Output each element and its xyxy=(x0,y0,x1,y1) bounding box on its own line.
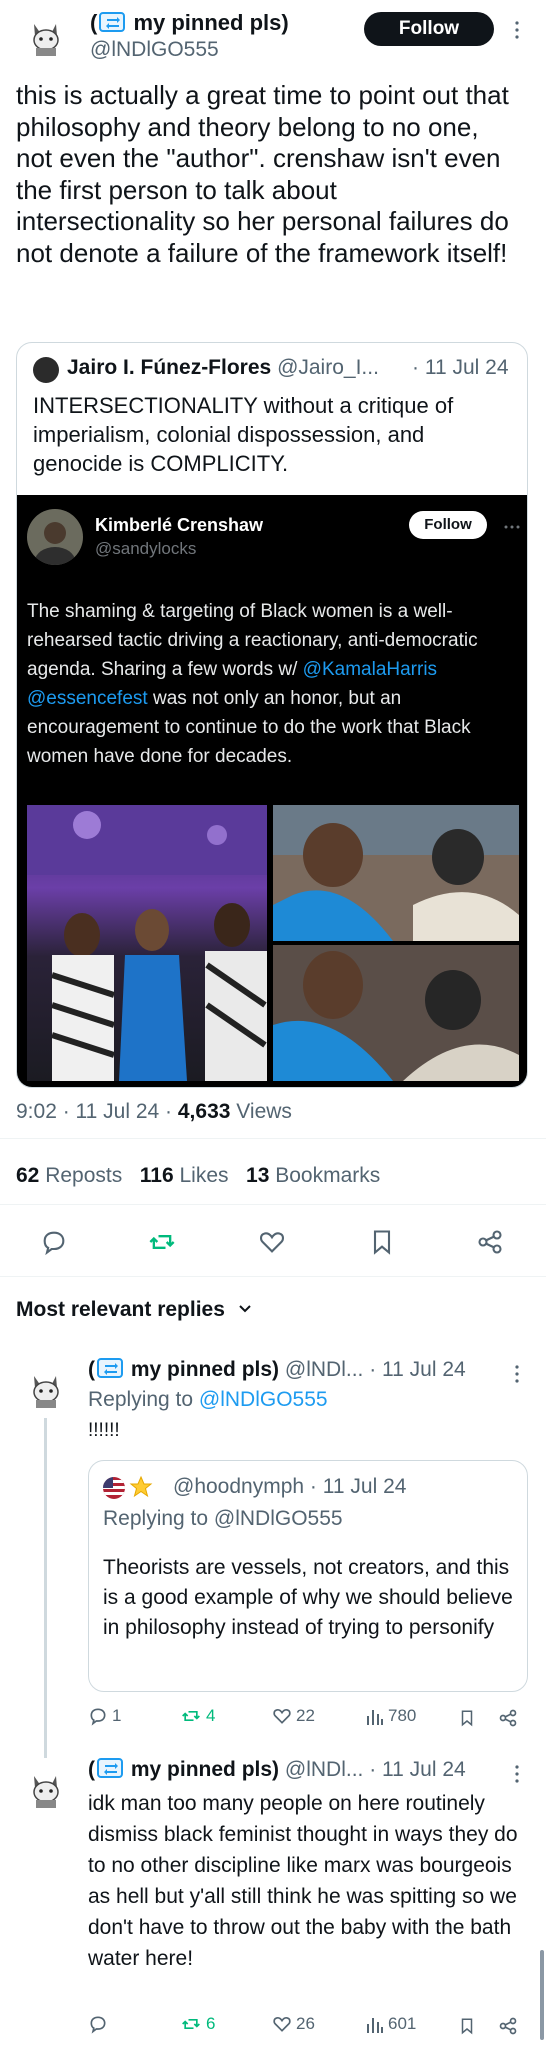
reply2-avatar[interactable] xyxy=(26,1770,66,1810)
replying-to-link[interactable]: @lNDlGO555 xyxy=(199,1388,328,1411)
reposts-stat[interactable]: 62 Reposts xyxy=(16,1164,122,1187)
embed-handle: @sandylocks xyxy=(95,539,197,558)
reply1-repost-action[interactable]: 4 xyxy=(180,1706,215,1726)
views-chart-icon xyxy=(367,2018,383,2033)
main-tweet-text: this is actually a great time to point o… xyxy=(16,80,509,268)
repost-badge-icon xyxy=(97,1758,123,1778)
reply1-more-icon[interactable] xyxy=(514,1364,520,1389)
reply1-views-action[interactable]: 780 xyxy=(366,1706,416,1726)
quoted-date: · 11 Jul 24 xyxy=(412,356,509,379)
embedded-screenshot: Kimberlé Crenshaw @sandylocks Follow The… xyxy=(17,495,527,1087)
timestamp-text: 9:02 · 11 Jul 24 · xyxy=(16,1100,178,1123)
reply2-header: ( my pinned pls) @lNDl... · 11 Jul 24 xyxy=(88,1758,466,1781)
reply1-header: ( my pinned pls) @lNDl... · 11 Jul 24 xyxy=(88,1358,466,1381)
reply-icon xyxy=(90,2016,106,2034)
actions-divider xyxy=(0,1276,546,1277)
reply2-share-icon[interactable] xyxy=(498,2016,518,2041)
reply-thread-line xyxy=(44,1418,47,1758)
main-tweet-handle[interactable]: @lNDlGO555 xyxy=(90,38,219,62)
quoted-text: INTERSECTIONALITY without a critique of … xyxy=(33,393,454,476)
views-chart-icon xyxy=(367,1710,383,1725)
reply1-quote-date: · 11 Jul 24 xyxy=(309,1475,407,1498)
reply-icon[interactable] xyxy=(40,1228,68,1261)
tweet-timestamp: 9:02 · 11 Jul 24 · 4,633 Views xyxy=(16,1100,292,1124)
replies-sort-dropdown[interactable]: Most relevant replies xyxy=(16,1298,253,1322)
more-options-icon[interactable] xyxy=(514,20,520,40)
reply1-like-action[interactable]: 22 xyxy=(272,1706,315,1726)
main-tweet-avatar[interactable] xyxy=(26,18,66,58)
quoted-tweet-card[interactable]: Jairo I. Fúnez-Flores @Jairo_I... · 11 J… xyxy=(16,342,528,1088)
mention-essencefest: @essencefest xyxy=(27,688,148,709)
repost-icon xyxy=(182,1711,200,1721)
views-count: 4,633 xyxy=(177,1100,231,1123)
reply1-quote-replying-to: Replying to @lNDlGO555 xyxy=(103,1507,343,1530)
stats-divider-bottom xyxy=(0,1204,546,1205)
bookmarks-stat[interactable]: 13 Bookmarks xyxy=(246,1164,380,1187)
cat-avatar-icon xyxy=(33,1776,59,1808)
reply1-text: !!!!!! xyxy=(88,1420,120,1441)
reply1-share-icon[interactable] xyxy=(498,1708,518,1733)
cat-avatar-icon xyxy=(33,1376,59,1408)
embed-follow-button: Follow xyxy=(409,511,487,539)
reply2-like-action[interactable]: 26 xyxy=(272,2014,315,2034)
views-label: Views xyxy=(230,1100,292,1123)
reply-icon xyxy=(90,1708,106,1726)
likes-stat[interactable]: 116 Likes xyxy=(140,1164,229,1187)
reply1-reply-action[interactable]: 1 xyxy=(88,1706,121,1726)
photo-hug-bottom xyxy=(273,945,519,1081)
repost-icon[interactable] xyxy=(148,1228,176,1261)
engagement-stats: 62 Reposts 116 Likes 13 Bookmarks xyxy=(16,1164,380,1188)
display-name: my pinned pls) xyxy=(133,10,289,35)
reply2-views-action[interactable]: 601 xyxy=(366,2014,416,2034)
embed-display-name: Kimberlé Crenshaw xyxy=(95,515,264,535)
reply1-quote-card[interactable]: @hoodnymph · 11 Jul 24 Replying to @lNDl… xyxy=(88,1460,528,1692)
reply1-display-name[interactable]: my pinned pls) xyxy=(131,1358,279,1381)
reply1-handle[interactable]: @lNDl... xyxy=(285,1358,363,1381)
repost-badge-icon xyxy=(99,12,126,32)
reply1-avatar[interactable] xyxy=(26,1370,66,1410)
reply1-quote-text: Theorists are vessels, not creators, and… xyxy=(103,1556,513,1639)
reply1-quote-header: @hoodnymph · 11 Jul 24 xyxy=(173,1475,406,1499)
reply2-reply-action[interactable] xyxy=(88,2014,112,2034)
reply1-date[interactable]: · 11 Jul 24 xyxy=(369,1358,466,1381)
quoted-handle: @Jairo_I... xyxy=(277,356,379,379)
bookmark-icon[interactable] xyxy=(368,1228,396,1261)
mention-kamalaharris: @KamalaHarris xyxy=(302,659,438,680)
photo-group-left xyxy=(27,805,267,1081)
stats-divider-top xyxy=(0,1138,546,1139)
reply2-bookmark-icon[interactable] xyxy=(458,2016,476,2041)
reply1-bookmark-icon[interactable] xyxy=(458,1708,476,1733)
flag-avatar-icon xyxy=(103,1477,125,1499)
cat-avatar-icon xyxy=(33,24,59,56)
main-tweet-author[interactable]: ( my pinned pls) xyxy=(90,10,289,36)
reply2-text: idk man too many people on here routinel… xyxy=(88,1792,518,1970)
reply1-quote-handle: @hoodnymph xyxy=(173,1475,305,1498)
embed-text: The shaming & targeting of Black women i… xyxy=(27,597,517,771)
replies-sort-label: Most relevant replies xyxy=(16,1298,225,1321)
star-icon xyxy=(129,1475,153,1504)
repost-icon xyxy=(182,2019,200,2029)
like-icon xyxy=(273,2017,291,2032)
follow-button[interactable]: Follow xyxy=(364,12,494,46)
reply2-handle[interactable]: @lNDl... xyxy=(285,1758,363,1781)
photo-hug-top xyxy=(273,805,519,941)
embed-more-icon xyxy=(503,517,521,529)
reply2-more-icon[interactable] xyxy=(514,1764,520,1789)
quoted-display-name: Jairo I. Fúnez-Flores xyxy=(67,356,272,379)
repost-badge-icon xyxy=(97,1358,123,1378)
name-prefix: ( xyxy=(90,10,98,35)
reply2-repost-action[interactable]: 6 xyxy=(180,2014,215,2034)
like-icon xyxy=(273,1709,291,1724)
share-icon[interactable] xyxy=(476,1228,504,1261)
reply1-replying-to: Replying to @lNDlGO555 xyxy=(88,1388,328,1411)
reply2-date[interactable]: · 11 Jul 24 xyxy=(369,1758,466,1781)
chevron-down-icon xyxy=(239,1305,251,1313)
reply2-display-name[interactable]: my pinned pls) xyxy=(131,1758,279,1781)
scrollbar-thumb[interactable] xyxy=(540,1950,544,2040)
quoted-author-avatar xyxy=(33,357,59,383)
crenshaw-avatar xyxy=(27,509,83,565)
like-icon[interactable] xyxy=(258,1228,286,1261)
